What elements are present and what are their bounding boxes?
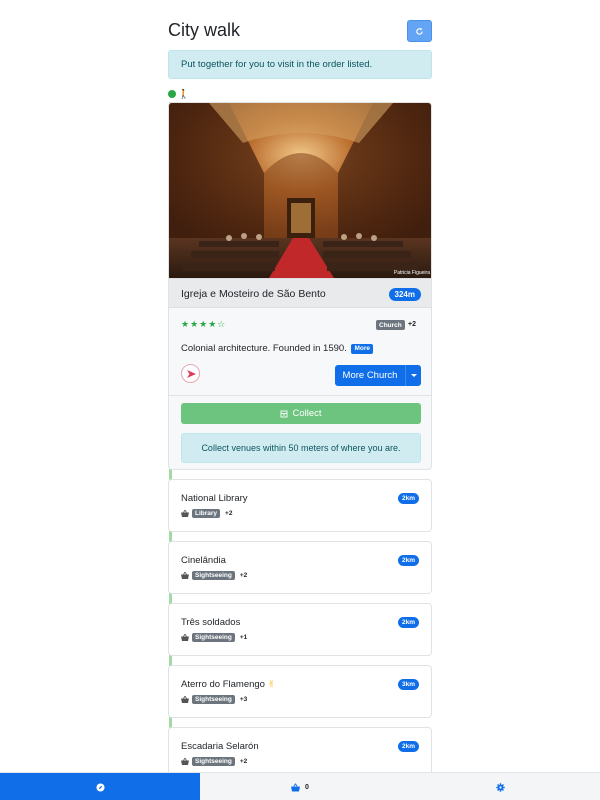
venue-category: Sightseeing xyxy=(192,570,235,580)
venue-name-text: Aterro do Flamengo xyxy=(181,679,265,690)
venue-distance: 3km xyxy=(397,679,419,690)
place-description: Colonial architecture. Founded in 1590. … xyxy=(181,343,373,354)
venue-category-more: +1 xyxy=(239,633,248,641)
venue-emoji: ✌ xyxy=(267,679,276,689)
place-photo[interactable]: Patricia Figueira xyxy=(169,103,431,278)
bottom-nav: 0 xyxy=(0,772,600,800)
venue-category-more: +2 xyxy=(225,509,233,517)
venue-card[interactable]: Três soldados 2km Sightseeing +1 xyxy=(168,603,432,656)
page-title: City walk xyxy=(168,20,241,40)
basket-icon xyxy=(181,633,189,641)
navigate-button[interactable] xyxy=(181,364,200,383)
refresh-icon xyxy=(416,27,423,35)
place-header: Igreja e Mosteiro de São Bento 324m xyxy=(169,278,431,308)
basket-icon xyxy=(181,757,189,765)
category-more-count: +2 xyxy=(408,321,416,328)
category-badge: Church xyxy=(376,320,405,330)
intro-alert: Put together for you to visit in the ord… xyxy=(168,50,432,79)
venue-card[interactable]: Cinelândia 2km Sightseeing +2 xyxy=(168,541,432,594)
venue-card[interactable]: Escadaria Selarón 2km Sightseeing +2 xyxy=(168,727,432,772)
basket-icon xyxy=(181,509,189,517)
venue-category-more: +3 xyxy=(239,695,248,703)
basket-icon xyxy=(181,695,189,703)
venue-distance: 2km xyxy=(397,617,419,628)
venue-name: National Library xyxy=(181,493,248,504)
tab-settings[interactable] xyxy=(400,773,600,800)
venue-distance: 2km xyxy=(397,555,419,566)
venue-distance: 2km xyxy=(397,493,419,504)
tab-explore[interactable] xyxy=(0,773,200,800)
walker-icon: 🚶 xyxy=(178,89,190,99)
venue-card[interactable]: National Library 2km Library +2 xyxy=(168,479,432,532)
photo-credit: Patricia Figueira xyxy=(393,270,430,276)
place-name: Igreja e Mosteiro de São Bento xyxy=(181,288,326,300)
venue-meta: Sightseeing +2 xyxy=(181,756,247,766)
rating-stars: ★★★★☆ xyxy=(181,319,227,329)
basket-icon xyxy=(281,410,288,417)
church-interior-image xyxy=(169,103,431,278)
tab-basket[interactable]: 0 xyxy=(200,773,400,800)
more-church-label: More Church xyxy=(342,370,398,381)
gear-icon xyxy=(495,782,505,792)
description-text: Colonial architecture. Founded in 1590. xyxy=(181,343,347,354)
venue-name: Aterro do Flamengo ✌ xyxy=(181,679,275,690)
chevron-down-icon xyxy=(410,374,417,377)
venue-meta: Sightseeing +1 xyxy=(181,632,247,642)
venue-category: Sightseeing xyxy=(192,694,235,704)
venue-category: Sightseeing xyxy=(192,632,235,642)
basket-icon xyxy=(291,782,301,792)
venue-category: Sightseeing xyxy=(192,756,235,766)
more-info-badge[interactable]: More xyxy=(351,344,373,354)
basket-count: 0 xyxy=(305,783,309,791)
venue-meta: Sightseeing +2 xyxy=(181,570,247,580)
divider xyxy=(169,395,431,396)
refresh-button[interactable] xyxy=(407,20,432,42)
header: City walk xyxy=(168,18,432,44)
collect-hint: Collect venues within 50 meters of where… xyxy=(181,433,421,463)
venue-category-more: +2 xyxy=(239,757,248,765)
venue-name: Cinelândia xyxy=(181,555,226,566)
walk-page: City walk Put together for you to visit … xyxy=(168,0,432,772)
venue-meta: Library +2 xyxy=(181,508,232,518)
venue-category-more: +2 xyxy=(239,571,248,579)
current-position-dot xyxy=(168,90,176,98)
venue-card[interactable]: Aterro do Flamengo ✌ 3km Sightseeing +3 xyxy=(168,665,432,718)
venue-name: Escadaria Selarón xyxy=(181,741,259,752)
navigation-arrow-icon xyxy=(186,369,196,378)
venue-meta: Sightseeing +3 xyxy=(181,694,247,704)
basket-icon xyxy=(181,571,189,579)
venue-name: Três soldados xyxy=(181,617,241,628)
venue-category: Library xyxy=(192,508,221,518)
collect-button[interactable]: Collect xyxy=(181,403,421,424)
venue-distance: 2km xyxy=(397,741,419,752)
compass-icon xyxy=(95,782,105,792)
more-church-dropdown-toggle[interactable] xyxy=(405,365,421,386)
distance-badge: 324m xyxy=(388,288,421,301)
current-place-card: Patricia Figueira Igreja e Mosteiro de S… xyxy=(168,102,432,470)
more-church-button[interactable]: More Church xyxy=(335,365,421,386)
collect-label: Collect xyxy=(292,408,322,419)
progress-indicator: 🚶 xyxy=(168,89,189,99)
